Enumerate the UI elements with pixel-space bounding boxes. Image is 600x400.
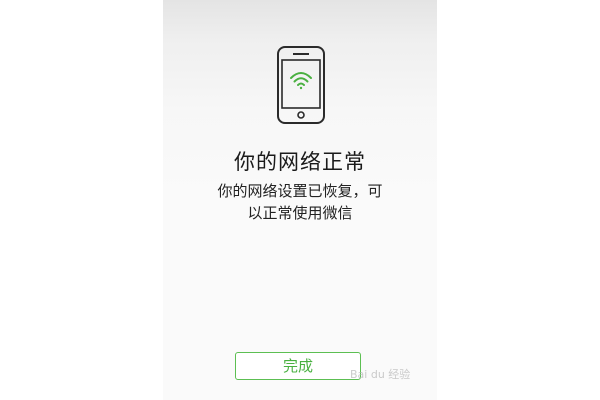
wifi-icon (290, 72, 312, 90)
phone-icon (277, 46, 325, 124)
status-message-line-2: 以正常使用微信 (247, 204, 353, 222)
status-title: 你的网络正常 (234, 150, 366, 174)
status-message: 你的网络设置已恢复，可 以正常使用微信 (200, 180, 400, 224)
status-message-line-1: 你的网络设置已恢复，可 (217, 182, 383, 200)
watermark: Bai du 经验 (350, 368, 411, 381)
done-button[interactable]: 完成 (235, 352, 361, 380)
app-screen: 你的网络正常 你的网络设置已恢复，可 以正常使用微信 完成 (163, 0, 437, 400)
page: 你的网络正常 你的网络设置已恢复，可 以正常使用微信 完成 Bai du 经验 (0, 0, 600, 400)
